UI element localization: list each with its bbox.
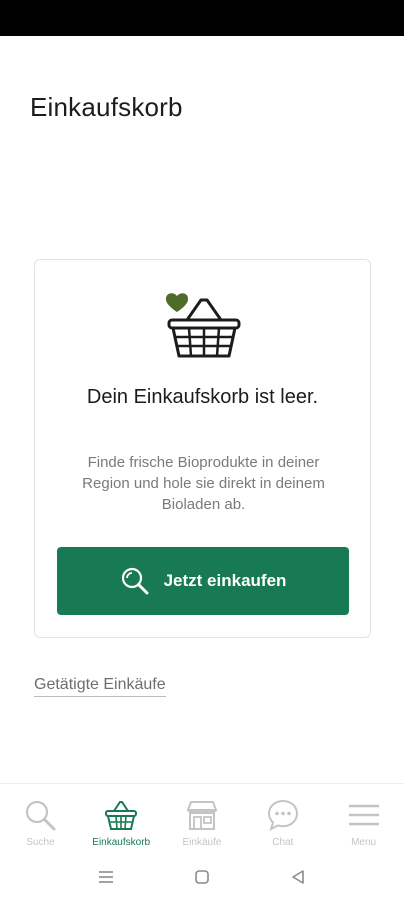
chat-icon	[267, 799, 298, 831]
tab-menu[interactable]: Menu	[323, 784, 404, 855]
tab-basket[interactable]: Einkaufskorb	[81, 784, 162, 855]
basket-icon	[105, 801, 138, 830]
tab-label: Einkaufskorb	[92, 837, 151, 848]
recent-apps-icon[interactable]	[96, 867, 116, 887]
tab-label: Menu	[351, 837, 377, 848]
tab-search[interactable]: Suche	[0, 784, 81, 855]
basket-heart-icon	[165, 293, 241, 358]
search-icon	[26, 800, 56, 831]
home-icon[interactable]	[192, 867, 212, 887]
empty-cart-description: Finde frische Bioprodukte in deiner Regi…	[82, 454, 325, 513]
system-navigation-bar	[0, 855, 404, 900]
tab-label: Suche	[26, 837, 55, 848]
tab-chat[interactable]: Chat	[242, 784, 323, 855]
tab-label: Einkäufe	[182, 837, 222, 848]
tab-purchases[interactable]: Einkäufe	[162, 784, 243, 855]
tab-label: Chat	[272, 837, 294, 848]
shop-now-label: Jetzt einkaufen	[163, 571, 287, 590]
bottom-tab-bar: Suche Einkaufskorb Einkäufe Chat Menu	[0, 783, 404, 855]
back-icon[interactable]	[288, 867, 308, 887]
past-purchases-link[interactable]: Getätigte Einkäufe	[34, 676, 166, 697]
menu-icon	[348, 804, 379, 826]
empty-cart-title: Dein Einkaufskorb ist leer.	[86, 386, 319, 408]
search-icon	[121, 567, 149, 595]
page-title: Einkaufskorb	[30, 92, 183, 122]
store-icon	[186, 801, 218, 830]
empty-cart-card: Dein Einkaufskorb ist leer. Finde frisch…	[34, 259, 371, 638]
status-bar	[0, 0, 404, 36]
shop-now-button[interactable]: Jetzt einkaufen	[57, 547, 349, 615]
